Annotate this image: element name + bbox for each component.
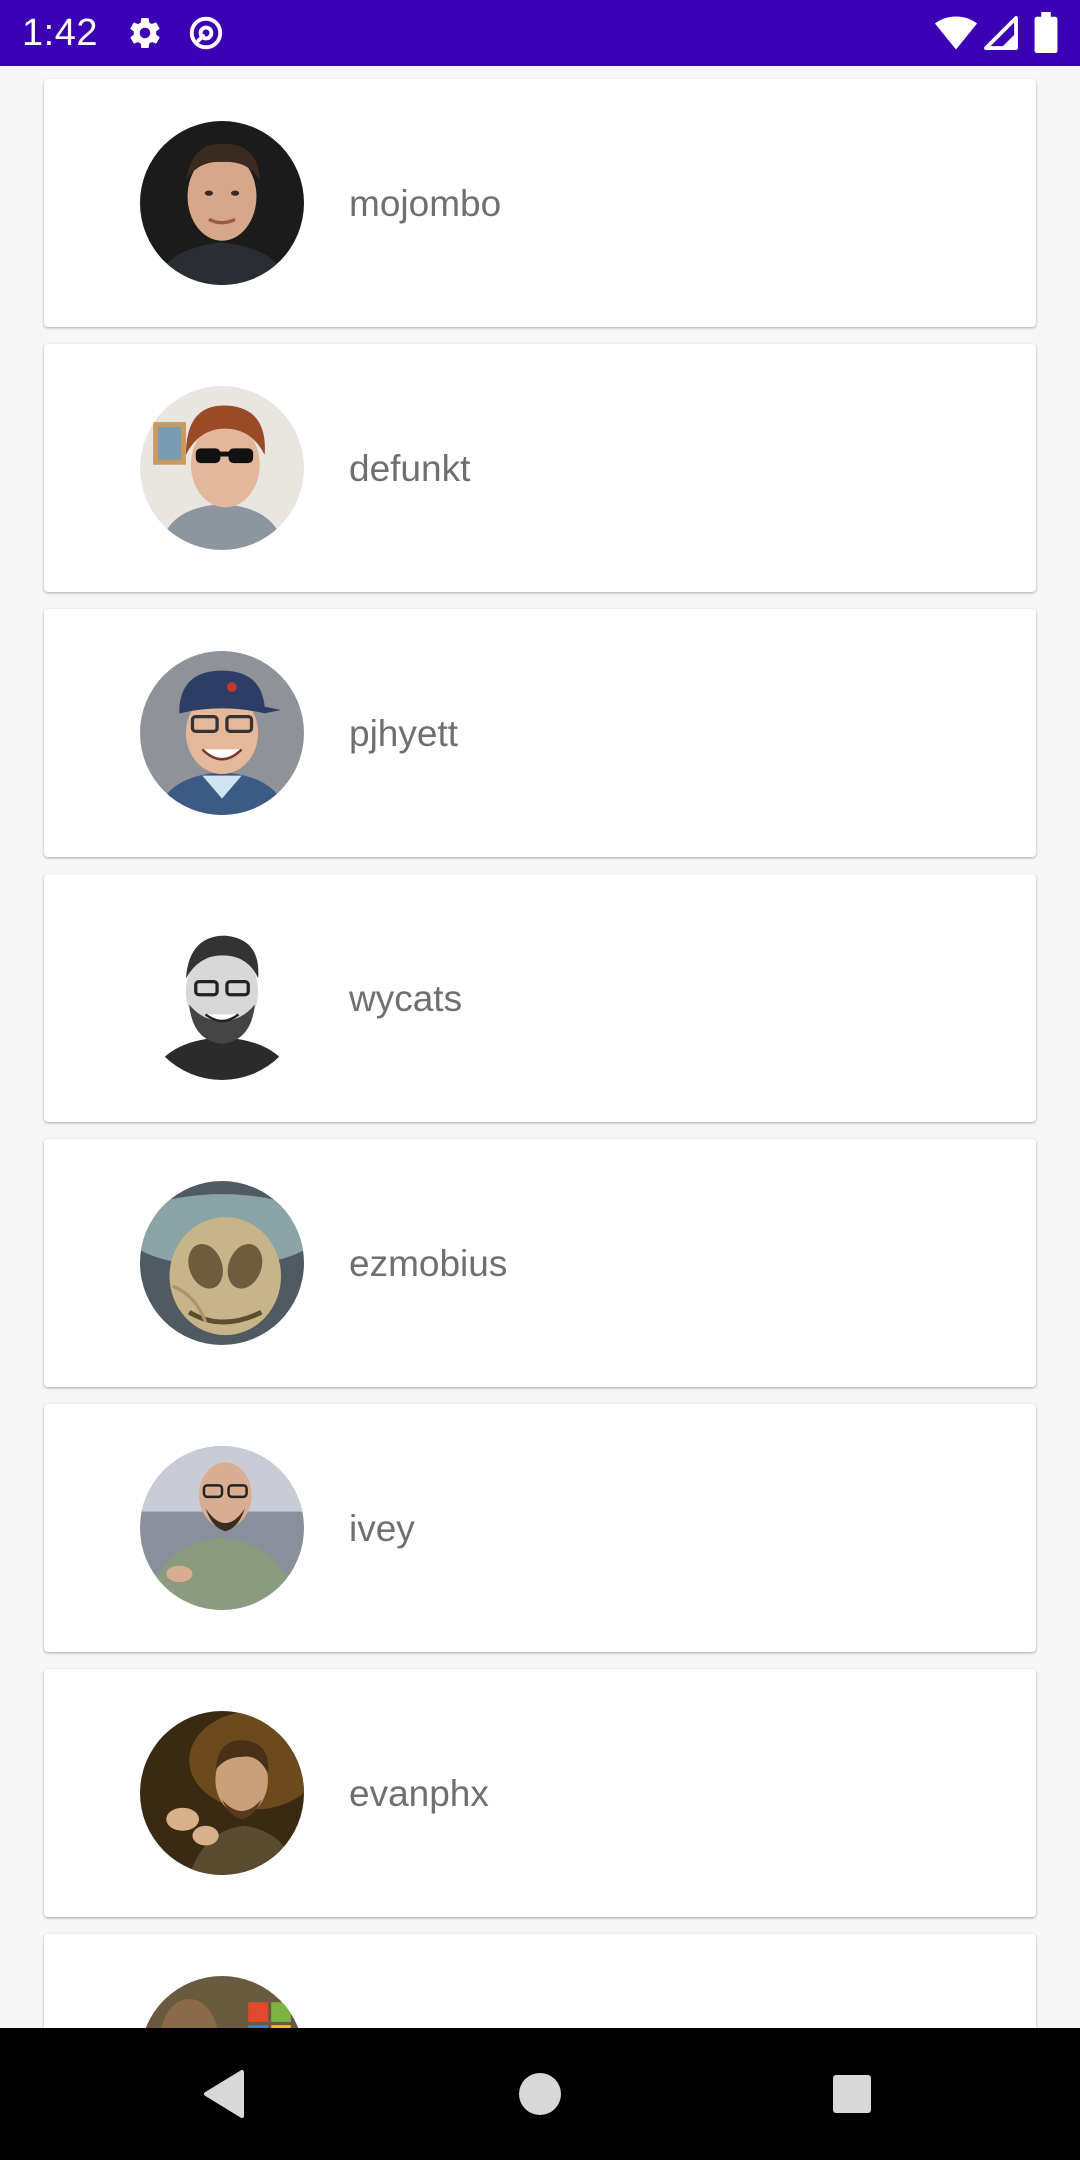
- user-card[interactable]: wycats: [44, 874, 1036, 1122]
- signal-icon: [982, 14, 1020, 52]
- user-list[interactable]: mojombo defunkt pjhyett wycats ezmobius …: [0, 66, 1080, 2028]
- user-login: defunkt: [349, 448, 471, 489]
- user-login: wycats: [349, 978, 463, 1019]
- home-icon[interactable]: [514, 2068, 566, 2120]
- gear-icon: [127, 15, 163, 51]
- user-card[interactable]: mojombo: [44, 79, 1036, 327]
- user-card[interactable]: evanphx: [44, 1669, 1036, 1917]
- avatar: [140, 916, 304, 1080]
- user-login: pjhyett: [349, 713, 459, 754]
- avatar: [140, 651, 304, 815]
- avatar: [140, 1181, 304, 1345]
- recents-icon[interactable]: [826, 2068, 878, 2120]
- wifi-icon: [934, 14, 978, 52]
- user-card[interactable]: defunkt: [44, 344, 1036, 592]
- at-sign-icon: [188, 15, 224, 51]
- user-login: mojombo: [349, 183, 502, 224]
- navigation-bar: [0, 2028, 1080, 2160]
- avatar: [140, 1976, 304, 2028]
- user-card[interactable]: ezmobius: [44, 1139, 1036, 1387]
- status-time: 1:42: [22, 12, 98, 54]
- avatar: [140, 1711, 304, 1875]
- user-card[interactable]: [44, 1934, 1036, 2028]
- battery-icon: [1033, 12, 1059, 54]
- avatar: [140, 121, 304, 285]
- avatar: [140, 1446, 304, 1610]
- back-icon[interactable]: [200, 2068, 252, 2120]
- user-card[interactable]: ivey: [44, 1404, 1036, 1652]
- user-login: evanphx: [349, 1773, 489, 1814]
- user-card[interactable]: pjhyett: [44, 609, 1036, 857]
- avatar: [140, 386, 304, 550]
- status-bar: 1:42: [0, 0, 1080, 66]
- user-login: ezmobius: [349, 1243, 508, 1284]
- user-login: ivey: [349, 1508, 415, 1549]
